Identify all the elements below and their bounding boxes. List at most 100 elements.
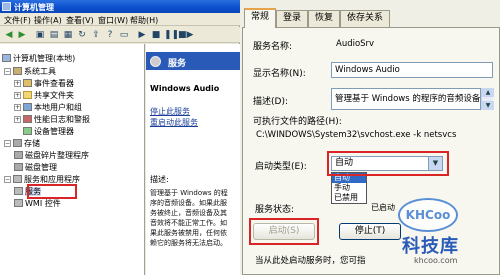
back-icon[interactable]: ◀ <box>3 29 15 41</box>
export-icon[interactable]: ⇪ <box>90 29 102 41</box>
apps-icon <box>13 175 22 183</box>
console-icon[interactable]: ▭ <box>118 29 130 41</box>
highlight-box-services <box>27 184 77 199</box>
collapse-icon[interactable]: − <box>4 140 11 147</box>
tree-item-computer-management[interactable]: 计算机管理(本地) <box>2 53 75 64</box>
tab-recovery[interactable]: 恢复 <box>308 10 340 27</box>
description-line: 果此服务被禁用，任何依 <box>150 229 227 237</box>
menu-window[interactable]: 窗口(W) <box>98 15 128 26</box>
up-folder-icon[interactable]: ▣ <box>34 29 46 41</box>
general-tab-panel: 服务名称: AudioSrv 显示名称(N): Windows Audio 描述… <box>242 27 500 275</box>
description-line: 序的音频设备。如果此服 <box>150 199 227 207</box>
storage-icon <box>13 139 22 147</box>
service-description: 管理基于 Windows 的程 序的音频设备。如果此服 务被终止，音频设备及其 … <box>150 188 240 248</box>
pause-service-icon[interactable]: ❚❚ <box>164 29 179 41</box>
toolbar: ◀ ▶ ▣ ▤ ▦ ↻ ⇪ ? ▭ ▶ ■ ❚❚ ■▶ <box>0 27 240 43</box>
computer-management-window: 计算机管理 文件(F) 操作(A) 查看(V) 窗口(W) 帮助(H) ◀ ▶ … <box>0 0 240 275</box>
description-label: 描述(D): <box>253 97 288 107</box>
console-tree: 计算机管理(本地) − 系统工具 + 事件查看器 + 共享文件夹 + 本地用户和组 + 性… <box>0 44 145 275</box>
highlight-box-startup-type <box>327 151 449 176</box>
description-line: 务被终止，音频设备及其 <box>150 209 227 217</box>
expand-icon[interactable]: + <box>14 80 21 87</box>
tab-dependencies[interactable]: 依存关系 <box>340 10 390 27</box>
users-icon <box>23 103 32 111</box>
properties-icon[interactable]: ▦ <box>62 29 74 41</box>
tree-item-defrag[interactable]: 磁盘碎片整理程序 <box>14 150 89 161</box>
tree-item-shared-folders[interactable]: + 共享文件夹 <box>14 90 74 101</box>
footer-hint: 当从此处启动服务时，您可指 <box>255 256 366 266</box>
description-line: 管理基于 Windows 的程 <box>150 189 228 197</box>
expand-icon[interactable]: + <box>14 92 21 99</box>
refresh-icon[interactable]: ↻ <box>76 29 88 41</box>
collapse-icon[interactable]: − <box>4 176 11 183</box>
display-name-field[interactable]: Windows Audio <box>331 62 493 78</box>
event-icon <box>23 79 32 87</box>
scroll-up-icon[interactable]: ▲ <box>482 88 494 97</box>
tree-item-event-viewer[interactable]: + 事件查看器 <box>14 78 74 89</box>
restart-service-link[interactable]: 重启动此服务 <box>150 117 198 128</box>
window-title: 计算机管理 <box>14 3 54 12</box>
description-heading: 描述: <box>150 175 169 184</box>
expand-icon[interactable]: + <box>14 104 21 111</box>
computer-icon <box>2 54 11 62</box>
stop-button[interactable]: 停止(T) <box>339 223 401 240</box>
tree-item-local-users[interactable]: + 本地用户和组 <box>14 102 82 113</box>
tab-logon[interactable]: 登录 <box>276 10 308 27</box>
tree-item-performance-logs[interactable]: + 性能日志和警报 <box>14 114 90 125</box>
tree-item-wmi[interactable]: WMI 控件 <box>14 198 61 209</box>
defrag-icon <box>14 151 23 159</box>
selected-service-name: Windows Audio <box>150 84 220 93</box>
gear-icon <box>150 56 161 67</box>
perf-icon <box>23 115 32 123</box>
startup-type-label: 启动类型(E): <box>255 162 307 172</box>
service-name-value: AudioSrv <box>333 37 483 52</box>
startup-option-manual[interactable]: 手动 <box>332 183 366 193</box>
device-icon <box>23 127 32 135</box>
description-field[interactable]: 管理基于 Windows 的程序的音频设备。 <box>331 88 481 110</box>
tools-icon <box>13 67 22 75</box>
tab-strip: 常规 登录 恢复 依存关系 <box>240 0 500 28</box>
description-scrollbar[interactable]: ▲ ▼ <box>481 88 494 110</box>
tab-general[interactable]: 常规 <box>244 8 276 28</box>
tree-item-device-manager[interactable]: 设备管理器 <box>23 126 74 137</box>
wmi-icon <box>14 199 23 207</box>
tree-item-system-tools[interactable]: − 系统工具 <box>4 66 56 77</box>
services-header: 服务 <box>146 52 240 70</box>
description-line: 音效将不能正常工作。如 <box>150 219 227 227</box>
menu-file[interactable]: 文件(F) <box>4 15 31 26</box>
collapse-icon[interactable]: − <box>4 68 11 75</box>
description-line: 赖它的服务将无法启动。 <box>150 239 227 247</box>
menu-bar: 文件(F) 操作(A) 查看(V) 窗口(W) 帮助(H) <box>0 13 240 26</box>
forward-icon[interactable]: ▶ <box>16 29 28 41</box>
show-tree-icon[interactable]: ▤ <box>48 29 60 41</box>
menu-action[interactable]: 操作(A) <box>34 15 62 26</box>
title-bar: 计算机管理 <box>0 0 240 13</box>
services-header-title: 服务 <box>168 59 187 69</box>
watermark-site-name: 科技库 <box>402 236 459 257</box>
tree-item-storage[interactable]: − 存储 <box>4 138 40 149</box>
service-properties-dialog: 常规 登录 恢复 依存关系 服务名称: AudioSrv 显示名称(N): Wi… <box>240 0 500 275</box>
tree-item-disk-management[interactable]: 磁盘管理 <box>14 162 57 173</box>
restart-service-icon[interactable]: ■▶ <box>178 29 193 41</box>
khcoo-logo: KHCoo <box>398 198 458 232</box>
startup-type-dropdown: 自动 手动 已禁用 <box>331 172 367 204</box>
services-icon <box>14 187 23 195</box>
stop-service-icon[interactable]: ■ <box>150 29 162 41</box>
stop-service-link[interactable]: 停止此服务 <box>150 106 190 117</box>
service-name-label: 服务名称: <box>253 42 293 52</box>
scroll-down-icon[interactable]: ▼ <box>482 101 494 110</box>
menu-help[interactable]: 帮助(H) <box>130 15 158 26</box>
start-service-icon[interactable]: ▶ <box>136 29 148 41</box>
expand-icon[interactable]: + <box>14 116 21 123</box>
service-status-value: 已启动 <box>371 203 395 212</box>
help-icon[interactable]: ? <box>104 29 116 41</box>
menu-view[interactable]: 查看(V) <box>66 15 94 26</box>
watermark-url: khcoo.com <box>414 256 458 265</box>
startup-option-disabled[interactable]: 已禁用 <box>332 193 366 203</box>
computer-management-icon <box>2 2 11 11</box>
exe-path-value: C:\WINDOWS\System32\svchost.exe -k netsv… <box>253 128 493 143</box>
service-status-label: 服务状态: <box>255 205 295 215</box>
exe-path-label: 可执行文件的路径(H): <box>253 117 342 127</box>
highlight-box-start-button <box>249 218 319 245</box>
services-detail-pane: 服务 Windows Audio 停止此服务 重启动此服务 描述: 管理基于 W… <box>146 44 240 275</box>
